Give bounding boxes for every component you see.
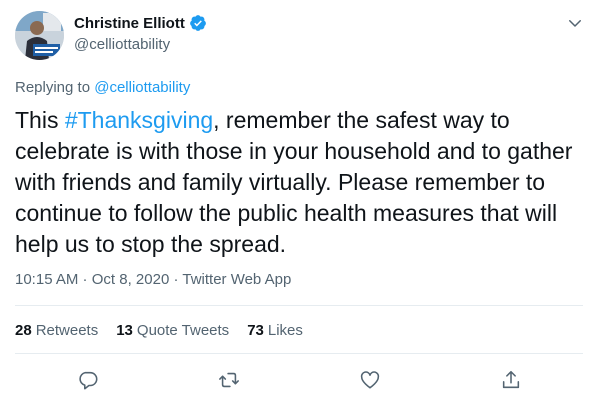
quote-tweets-label: Quote Tweets [136, 322, 230, 339]
avatar[interactable] [15, 11, 64, 60]
author-display-name[interactable]: Christine Elliott [74, 15, 185, 32]
author-name-row: Christine Elliott [74, 14, 207, 32]
chevron-down-icon[interactable] [566, 14, 584, 32]
tweet-text: This #Thanksgiving, remember the safest … [15, 105, 585, 260]
tweet-date[interactable]: Oct 8, 2020 [92, 271, 170, 288]
retweets-label: Retweets [35, 322, 99, 339]
heart-icon[interactable] [359, 369, 381, 391]
retweet-icon[interactable] [218, 369, 240, 391]
reply-icon[interactable] [77, 369, 99, 391]
tweet-time[interactable]: 10:15 AM [15, 271, 78, 288]
meta-separator: · [169, 271, 183, 288]
tweet-stats: 28 Retweets 13 Quote Tweets 73 Likes [15, 322, 321, 339]
tweet-source[interactable]: Twitter Web App [182, 271, 291, 288]
divider [15, 353, 583, 354]
author-handle[interactable]: @celliottability [74, 36, 170, 53]
likes-label: Likes [267, 322, 303, 339]
replying-to-label: Replying to [15, 79, 95, 96]
share-icon[interactable] [500, 369, 522, 391]
likes-count: 73 [247, 322, 264, 339]
meta-separator: · [78, 271, 92, 288]
quote-tweets-count: 13 [116, 322, 133, 339]
avatar-image [15, 11, 64, 60]
retweets-count: 28 [15, 322, 32, 339]
tweet-card: Christine Elliott @celliottability Reply… [0, 0, 598, 403]
verified-badge-icon [189, 14, 207, 32]
tweet-text-start: This [15, 107, 65, 133]
action-bar [0, 365, 598, 395]
retweets-stat[interactable]: 28 Retweets [15, 322, 98, 339]
hashtag-link[interactable]: #Thanksgiving [65, 107, 213, 133]
replying-to-line: Replying to @celliottability [15, 79, 190, 96]
replying-to-link[interactable]: @celliottability [94, 79, 190, 96]
likes-stat[interactable]: 73 Likes [247, 322, 303, 339]
quote-tweets-stat[interactable]: 13 Quote Tweets [116, 322, 229, 339]
tweet-meta: 10:15 AM · Oct 8, 2020 · Twitter Web App [15, 271, 291, 288]
divider [15, 305, 583, 306]
